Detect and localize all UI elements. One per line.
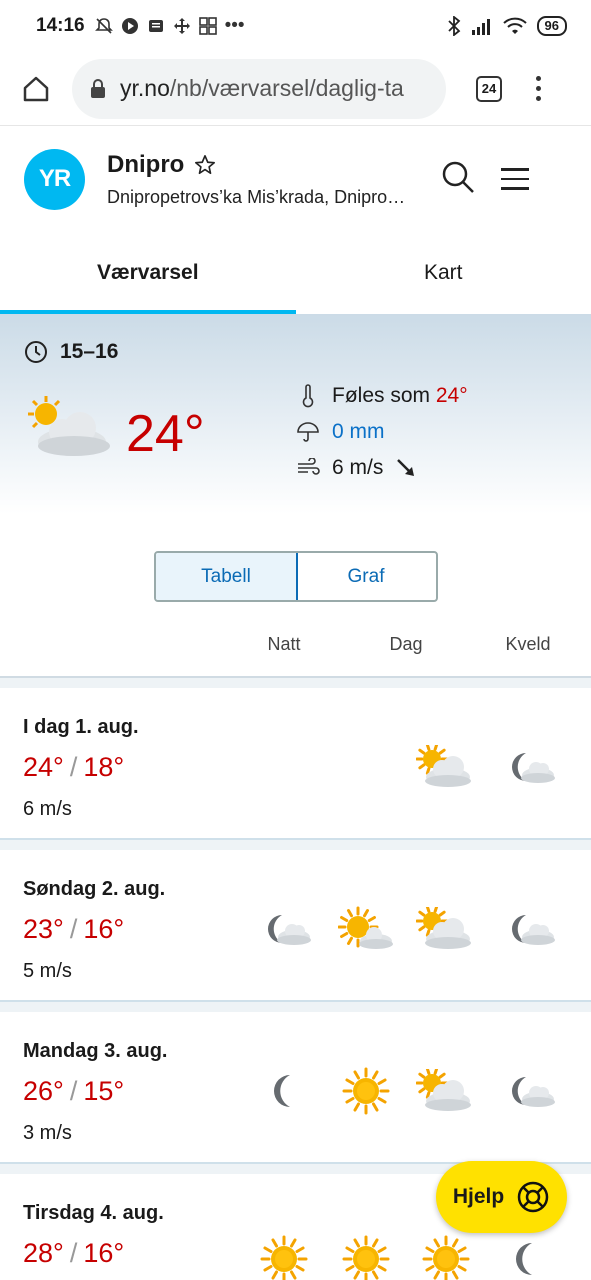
lifebuoy-icon	[517, 1181, 549, 1213]
search-icon	[442, 161, 474, 193]
clear-night-icon	[254, 1066, 314, 1116]
help-label: Hjelp	[452, 1185, 505, 1208]
browser-menu-button[interactable]	[536, 76, 541, 101]
partly-cloudy-night-icon	[256, 904, 316, 954]
column-evening: Kveld	[505, 634, 551, 654]
current-weather-panel: 15–16 24° Føles som 24° 0 mm 6 m/s	[0, 314, 591, 514]
current-temperature: 24°	[126, 405, 205, 463]
status-bar: 14:16 ••• 96	[0, 0, 591, 52]
clear-night-icon	[496, 1234, 556, 1280]
partly-cloudy-day-icon	[414, 742, 474, 792]
tab-map[interactable]: Kart	[296, 232, 591, 314]
url-host: yr.no	[120, 75, 170, 101]
day-label: I dag 1. aug.	[23, 716, 139, 738]
search-button[interactable]	[441, 160, 475, 199]
yr-logo[interactable]: YR	[24, 148, 85, 210]
view-toggle: Tabell Graf	[154, 551, 438, 602]
bluetooth-icon	[447, 16, 460, 36]
wind-value: 6 m/s	[332, 456, 384, 479]
current-details: Føles som 24° 0 mm 6 m/s	[296, 378, 468, 486]
location-block: Dnipro Dnipropetrovs’ka Mis’krada, Dnipr…	[107, 151, 427, 208]
apps-icon	[198, 17, 217, 35]
browser-toolbar: yr.no/nb/værvarsel/daglig-ta 24	[0, 52, 591, 126]
day-temperatures: 24°/18°	[23, 752, 125, 782]
table-view-button[interactable]: Tabell	[156, 553, 298, 600]
partly-cloudy-day-icon	[414, 904, 474, 954]
day-row[interactable]: I dag 1. aug. 24°/18° 6 m/s	[0, 688, 591, 840]
day-label: Søndag 2. aug.	[23, 878, 166, 900]
more-notifications-icon: •••	[224, 15, 245, 36]
day-temperatures: 26°/15°	[23, 1076, 125, 1106]
partly-cloudy-night-icon	[500, 1066, 560, 1116]
news-icon	[148, 20, 163, 32]
partly-cloudy-night-icon	[500, 742, 560, 792]
tab-switcher-button[interactable]: 24	[476, 75, 502, 102]
day-temperatures: 23°/16°	[23, 914, 125, 944]
move-icon	[173, 18, 190, 34]
day-row[interactable]: Søndag 2. aug. 23°/16° 5 m/s	[0, 850, 591, 1002]
clock-icon	[25, 341, 47, 363]
partly-cloudy-night-icon	[500, 904, 560, 954]
day-label: Tirsdag 4. aug.	[23, 1202, 164, 1224]
lock-icon	[90, 78, 106, 99]
day-wind: 6 m/s	[23, 798, 72, 820]
column-night: Natt	[267, 634, 301, 654]
home-icon	[23, 76, 49, 101]
current-time-range: 15–16	[60, 340, 119, 363]
main-tabs: Værvarsel Kart	[0, 232, 591, 314]
wifi-icon	[502, 17, 527, 34]
umbrella-icon	[296, 420, 320, 444]
day-wind: 3 m/s	[23, 1122, 72, 1144]
battery-indicator: 96	[536, 16, 567, 36]
menu-button[interactable]	[501, 168, 529, 190]
day-row[interactable]: Mandag 3. aug. 26°/15° 3 m/s	[0, 1012, 591, 1164]
notification-icons: •••	[94, 15, 245, 37]
partly-cloudy-day-icon	[414, 1066, 474, 1116]
sun-icon	[336, 1066, 396, 1116]
wind-direction-arrow-icon	[397, 459, 415, 476]
fair-day-icon	[336, 904, 396, 954]
tab-forecast[interactable]: Værvarsel	[0, 232, 296, 314]
site-header: YR Dnipro Dnipropetrovs’ka Mis’krada, Dn…	[0, 126, 591, 232]
muted-bell-icon	[94, 18, 113, 34]
url-path: /nb/værvarsel/daglig-ta	[169, 75, 404, 101]
home-button[interactable]	[0, 74, 72, 104]
favorite-star-icon[interactable]	[194, 154, 216, 176]
graph-view-button[interactable]: Graf	[296, 553, 436, 600]
address-bar[interactable]: yr.no/nb/værvarsel/daglig-ta	[72, 58, 446, 119]
day-label: Mandag 3. aug.	[23, 1040, 168, 1062]
feels-like-value: 24°	[435, 384, 468, 407]
day-wind: 5 m/s	[23, 960, 72, 982]
day-temperatures: 28°/16°	[23, 1238, 125, 1268]
sun-icon	[416, 1234, 476, 1280]
column-headers: Natt Dag Kveld	[0, 632, 591, 678]
location-name: Dnipro	[107, 150, 185, 178]
wind-icon	[296, 458, 320, 478]
sun-icon	[336, 1234, 396, 1280]
help-button[interactable]: Hjelp	[436, 1161, 567, 1233]
thermometer-icon	[296, 384, 320, 408]
play-icon	[121, 18, 138, 34]
signal-icon	[471, 19, 490, 35]
location-subtitle: Dnipropetrovs’ka Mis’krada, Dnipro…	[107, 186, 406, 207]
status-time: 14:16	[36, 15, 85, 36]
current-weather-icon	[20, 392, 112, 467]
sun-icon	[254, 1234, 314, 1280]
column-day: Dag	[389, 634, 423, 654]
precipitation-value: 0 mm	[332, 420, 385, 443]
feels-like-label: Føles som	[332, 384, 431, 407]
